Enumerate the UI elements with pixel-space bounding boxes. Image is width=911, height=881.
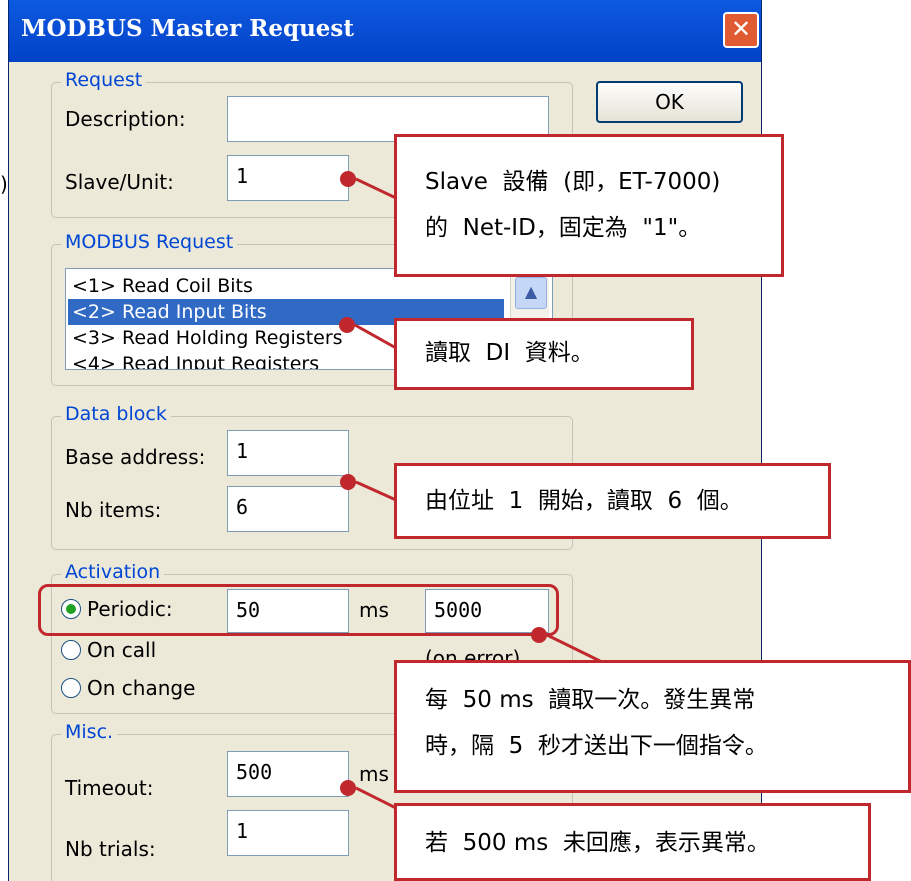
connector-address — [355, 480, 397, 502]
address-callout: 由位址 1 開始，讀取 6 個。 — [394, 463, 831, 539]
connector-periodic — [546, 633, 601, 663]
marker-dot — [340, 171, 356, 187]
marker-dot — [531, 627, 547, 643]
read-di-callout: 讀取 DI 資料。 — [394, 318, 694, 390]
connector-timeout — [355, 786, 397, 810]
slave-callout: Slave 設備 (即，ET-7000) 的 Net-ID，固定為 "1"。 — [394, 134, 784, 277]
timeout-callout: 若 500 ms 未回應，表示異常。 — [394, 803, 871, 881]
connector-read-di — [354, 323, 397, 350]
marker-dot — [340, 474, 356, 490]
marker-dot — [339, 317, 355, 333]
connector-slave — [355, 177, 397, 200]
periodic-callout: 每 50 ms 讀取一次。發生異常 時，隔 5 秒才送出下一個指令。 — [394, 660, 911, 793]
marker-dot — [340, 780, 356, 796]
